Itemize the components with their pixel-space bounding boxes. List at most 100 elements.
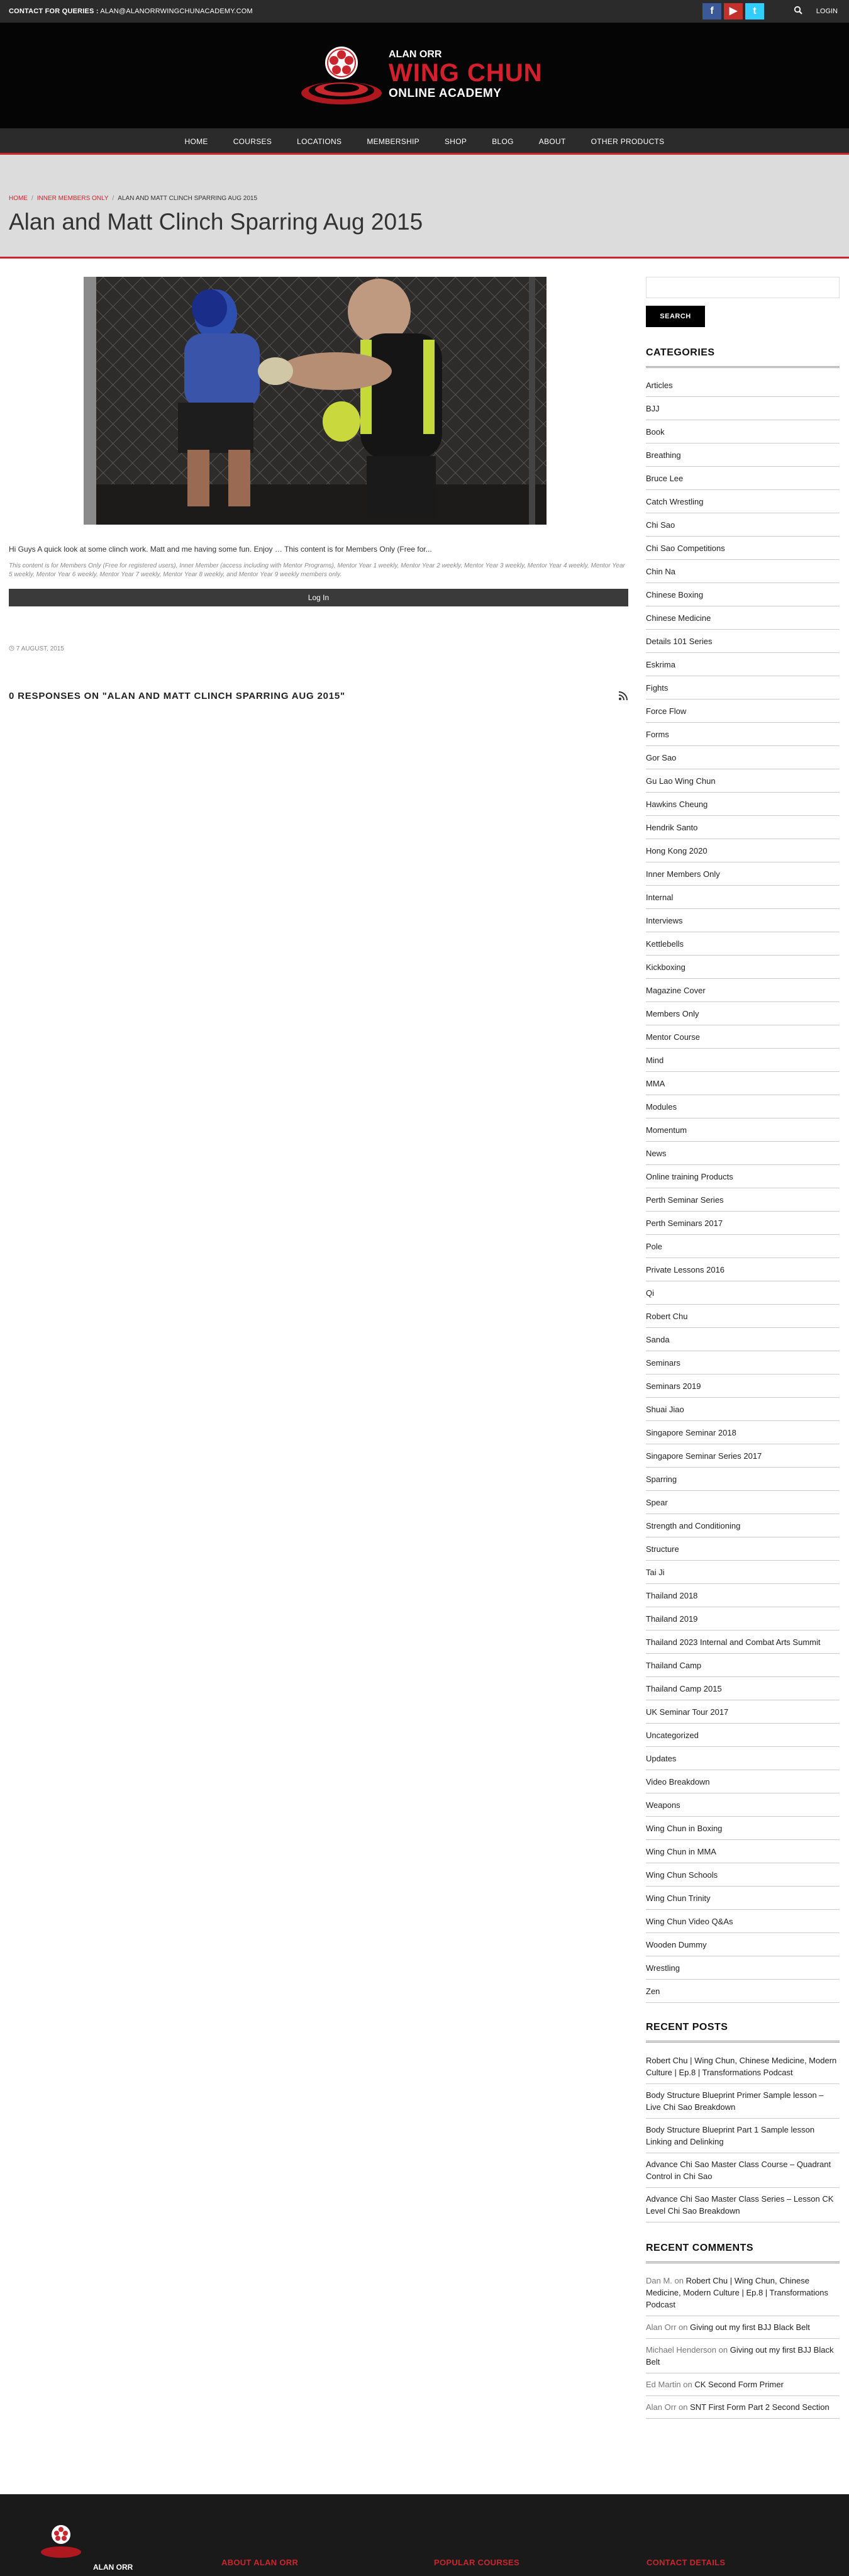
category-link[interactable]: Wooden Dummy [646,1933,840,1956]
comment-post-link[interactable]: CK Second Form Primer [694,2380,784,2389]
nav-membership[interactable]: MEMBERSHIP [367,137,419,146]
category-link[interactable]: Seminars 2019 [646,1374,840,1398]
search-button[interactable]: SEARCH [646,306,705,327]
facebook-icon[interactable]: f [702,3,721,20]
breadcrumb-home[interactable]: HOME [9,195,28,202]
category-link[interactable]: Wing Chun Schools [646,1863,840,1887]
category-link[interactable]: Book [646,420,840,443]
category-link[interactable]: Structure [646,1537,840,1561]
category-link[interactable]: Wing Chun in Boxing [646,1817,840,1840]
nav-other-products[interactable]: OTHER PRODUCTS [591,137,665,146]
category-link[interactable]: Kickboxing [646,956,840,979]
category-link[interactable]: Catch Wrestling [646,490,840,513]
category-link[interactable]: UK Seminar Tour 2017 [646,1700,840,1724]
category-link[interactable]: Chinese Medicine [646,606,840,630]
category-link[interactable]: Singapore Seminar Series 2017 [646,1444,840,1468]
recent-post-link[interactable]: Robert Chu | Wing Chun, Chinese Medicine… [646,2049,840,2084]
category-link[interactable]: Hong Kong 2020 [646,839,840,862]
youtube-icon[interactable]: ▶ [724,3,743,20]
category-link[interactable]: Mind [646,1049,840,1072]
category-link[interactable]: Members Only [646,1002,840,1025]
category-link[interactable]: Breathing [646,443,840,467]
category-link[interactable]: Sanda [646,1328,840,1351]
category-link[interactable]: Chin Na [646,560,840,583]
category-link[interactable]: Online training Products [646,1165,840,1188]
category-link[interactable]: Gu Lao Wing Chun [646,769,840,793]
category-link[interactable]: Mentor Course [646,1025,840,1049]
category-link[interactable]: Chinese Boxing [646,583,840,606]
footer-logo-icon[interactable] [39,2521,102,2558]
comment-post-link[interactable]: Robert Chu | Wing Chun, Chinese Medicine… [646,2276,828,2309]
site-logo[interactable]: ALAN ORR WING CHUN ONLINE ACADEMY [299,42,557,111]
category-link[interactable]: Magazine Cover [646,979,840,1002]
category-link[interactable]: Thailand 2019 [646,1607,840,1631]
category-link[interactable]: Weapons [646,1793,840,1817]
recent-post-link[interactable]: Body Structure Blueprint Part 1 Sample l… [646,2119,840,2153]
recent-post-link[interactable]: Advance Chi Sao Master Class Series – Le… [646,2188,840,2222]
category-link[interactable]: Forms [646,723,840,746]
nav-about[interactable]: ABOUT [539,137,566,146]
category-link[interactable]: Pole [646,1235,840,1258]
category-link[interactable]: Hendrik Santo [646,816,840,839]
category-link[interactable]: Eskrima [646,653,840,676]
category-link[interactable]: Wrestling [646,1956,840,1980]
contact-email-link[interactable]: ALAN@ALANORRWINGCHUNACADEMY.COM [100,8,253,15]
category-link[interactable]: Private Lessons 2016 [646,1258,840,1281]
twitter-icon[interactable]: t [745,3,764,20]
category-link[interactable]: Thailand 2023 Internal and Combat Arts S… [646,1631,840,1654]
category-link[interactable]: Qi [646,1281,840,1305]
nav-blog[interactable]: BLOG [492,137,514,146]
comment-post-link[interactable]: Giving out my first BJJ Black Belt [690,2322,810,2332]
nav-locations[interactable]: LOCATIONS [297,137,341,146]
video-thumbnail[interactable] [84,277,547,525]
category-link[interactable]: Wing Chun Trinity [646,1887,840,1910]
category-link[interactable]: Zen [646,1980,840,2003]
category-link[interactable]: Sparring [646,1468,840,1491]
category-link[interactable]: Perth Seminar Series [646,1188,840,1212]
category-link[interactable]: Thailand Camp 2015 [646,1677,840,1700]
category-link[interactable]: Perth Seminars 2017 [646,1212,840,1235]
category-link[interactable]: Shuai Jiao [646,1398,840,1421]
category-link[interactable]: Fights [646,676,840,700]
category-link[interactable]: Chi Sao Competitions [646,537,840,560]
nav-shop[interactable]: SHOP [445,137,467,146]
comment-post-link[interactable]: SNT First Form Part 2 Second Section [690,2402,830,2412]
nav-courses[interactable]: COURSES [233,137,272,146]
category-link[interactable]: Thailand 2018 [646,1584,840,1607]
login-link[interactable]: LOGIN [816,8,838,15]
category-link[interactable]: Video Breakdown [646,1770,840,1793]
category-link[interactable]: Singapore Seminar 2018 [646,1421,840,1444]
category-link[interactable]: Gor Sao [646,746,840,769]
category-link[interactable]: MMA [646,1072,840,1095]
category-link[interactable]: Spear [646,1491,840,1514]
category-link[interactable]: Thailand Camp [646,1654,840,1677]
category-link[interactable]: Wing Chun in MMA [646,1840,840,1863]
category-link[interactable]: Force Flow [646,700,840,723]
search-icon[interactable] [794,6,802,14]
login-button[interactable]: Log In [9,589,628,606]
nav-home[interactable]: HOME [185,137,208,146]
category-link[interactable]: Robert Chu [646,1305,840,1328]
category-link[interactable]: Strength and Conditioning [646,1514,840,1537]
recent-post-link[interactable]: Advance Chi Sao Master Class Course – Qu… [646,2153,840,2188]
category-link[interactable]: Momentum [646,1118,840,1142]
category-link[interactable]: BJJ [646,397,840,420]
category-link[interactable]: Tai Ji [646,1561,840,1584]
category-link[interactable]: News [646,1142,840,1165]
rss-icon[interactable] [618,691,628,701]
category-link[interactable]: Updates [646,1747,840,1770]
category-link[interactable]: Modules [646,1095,840,1118]
recent-post-link[interactable]: Body Structure Blueprint Primer Sample l… [646,2084,840,2119]
category-link[interactable]: Seminars [646,1351,840,1374]
category-link[interactable]: Inner Members Only [646,862,840,886]
category-link[interactable]: Chi Sao [646,513,840,537]
category-link[interactable]: Wing Chun Video Q&As [646,1910,840,1933]
category-link[interactable]: Details 101 Series [646,630,840,653]
category-link[interactable]: Interviews [646,909,840,932]
breadcrumb-section[interactable]: INNER MEMBERS ONLY [37,195,109,202]
category-link[interactable]: Bruce Lee [646,467,840,490]
category-link[interactable]: Articles [646,374,840,397]
category-link[interactable]: Uncategorized [646,1724,840,1747]
category-link[interactable]: Internal [646,886,840,909]
category-link[interactable]: Kettlebells [646,932,840,956]
